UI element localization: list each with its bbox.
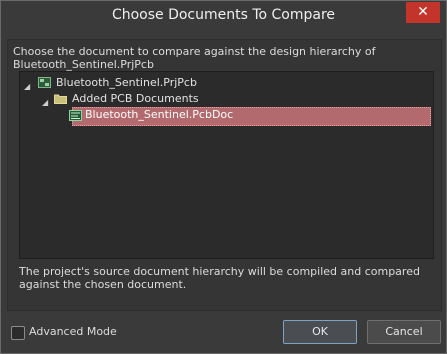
tree-node-folder[interactable]: ◢ Added PCB Documents: [42, 91, 402, 107]
pcb-project-icon: [38, 77, 51, 88]
ok-button[interactable]: OK: [283, 320, 357, 344]
footer-line-2: against the chosen document.: [19, 278, 187, 291]
instruction-line-1: Choose the document to compare against t…: [13, 45, 376, 58]
footer-line-1: The project's source document hierarchy …: [19, 265, 420, 278]
title-bar: Choose Documents To Compare ✕: [1, 1, 446, 33]
pcb-document-icon: [69, 110, 82, 121]
cancel-button[interactable]: Cancel: [367, 320, 441, 344]
folder-icon: [54, 93, 67, 104]
tree-label-folder: Added PCB Documents: [72, 92, 199, 105]
advanced-mode-checkbox[interactable]: [11, 326, 25, 340]
expand-triangle-icon[interactable]: ◢: [42, 95, 50, 107]
tree-node-project[interactable]: ◢ Bluetooth_Sentinel.PrjPcb: [24, 75, 404, 91]
choose-documents-dialog: Choose Documents To Compare ✕ Choose the…: [0, 0, 447, 354]
advanced-mode-label[interactable]: Advanced Mode: [29, 325, 117, 338]
tree-label-project: Bluetooth_Sentinel.PrjPcb: [56, 76, 197, 89]
expand-triangle-icon[interactable]: ◢: [24, 79, 32, 91]
tree-node-pcb-document[interactable]: Bluetooth_Sentinel.PcbDoc: [69, 107, 431, 126]
tree-label-pcb-document: Bluetooth_Sentinel.PcbDoc: [85, 108, 234, 121]
close-button[interactable]: ✕: [406, 2, 440, 23]
instruction-line-2: Bluetooth_Sentinel.PrjPcb: [13, 58, 154, 71]
instruction-text: Choose the document to compare against t…: [13, 45, 433, 71]
footer-text: The project's source document hierarchy …: [19, 265, 434, 291]
dialog-title: Choose Documents To Compare: [111, 7, 336, 23]
document-tree[interactable]: ◢ Bluetooth_Sentinel.PrjPcb ◢ Added PCB …: [19, 71, 434, 259]
